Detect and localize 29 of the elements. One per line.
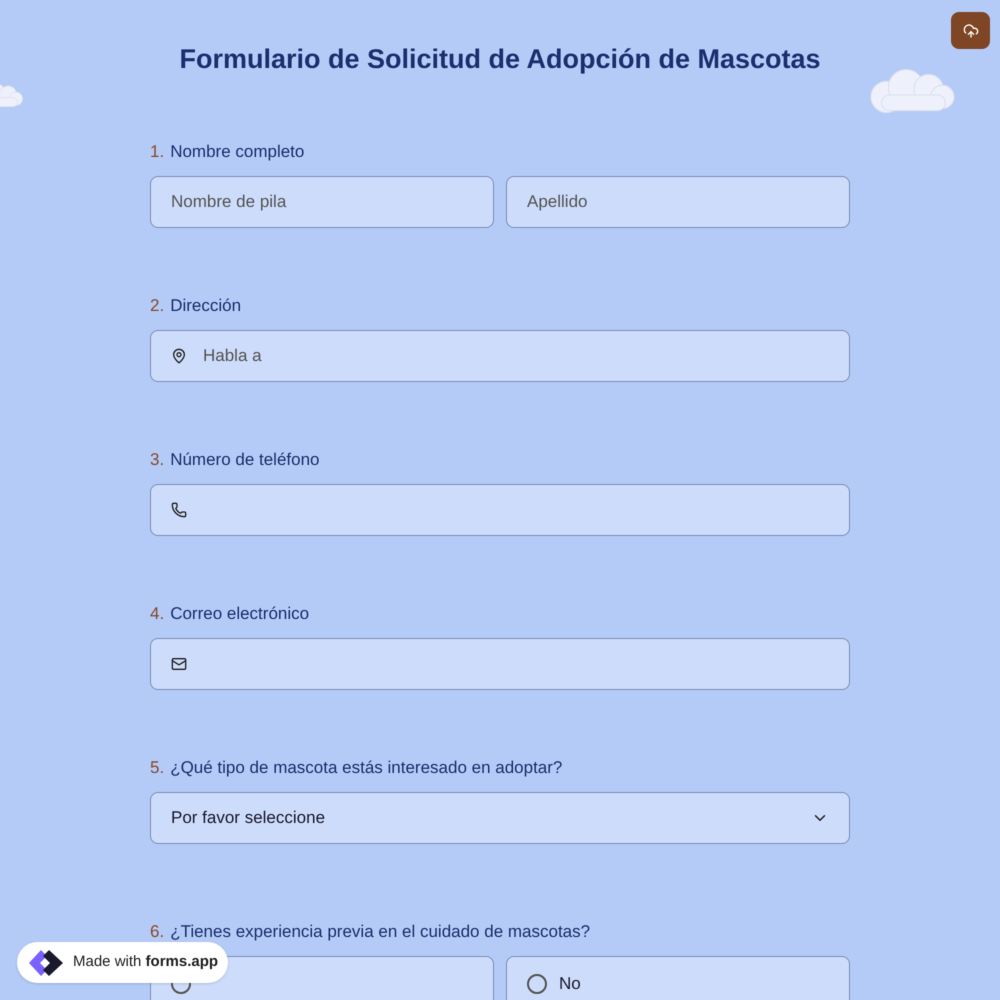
- question-number: 4.: [150, 603, 164, 625]
- option-label: No: [559, 974, 581, 994]
- form-title: Formulario de Solicitud de Adopción de Mascotas: [179, 43, 821, 76]
- question-number: 6.: [150, 921, 164, 943]
- upload-button[interactable]: [951, 12, 990, 49]
- text-field[interactable]: Habla a: [150, 330, 850, 382]
- made-with-toast[interactable]: Made with forms.app: [17, 942, 228, 983]
- badge-text: Made with forms.app: [73, 952, 218, 972]
- text-field[interactable]: Apellido: [506, 176, 850, 228]
- radio-button[interactable]: [527, 974, 547, 994]
- question-number: 1.: [150, 141, 164, 163]
- question-label: ¿Tienes experiencia previa en el cuidado de mascotas?: [170, 921, 590, 943]
- logo-icon: [27, 948, 65, 978]
- question-number: 5.: [150, 757, 164, 779]
- question-label: Nombre completo: [170, 141, 304, 163]
- text-field[interactable]: Nombre de pila: [150, 176, 494, 228]
- question-number: 3.: [150, 449, 164, 471]
- question-label: Número de teléfono: [170, 449, 320, 471]
- question-number: 2.: [150, 295, 164, 317]
- cloud-upload-icon: [962, 22, 978, 38]
- dropdown[interactable]: Por favor seleccione: [150, 792, 850, 844]
- phone-icon: [171, 502, 187, 518]
- question-label: ¿Qué tipo de mascota estás interesado en adoptar?: [170, 757, 562, 779]
- question-label: Dirección: [170, 295, 242, 317]
- placeholder-text: Habla a: [203, 345, 262, 368]
- location-pin-icon: [171, 348, 187, 364]
- radio-option[interactable]: No: [506, 956, 850, 1000]
- email-icon: [171, 656, 187, 672]
- question-label: Correo electrónico: [170, 603, 310, 625]
